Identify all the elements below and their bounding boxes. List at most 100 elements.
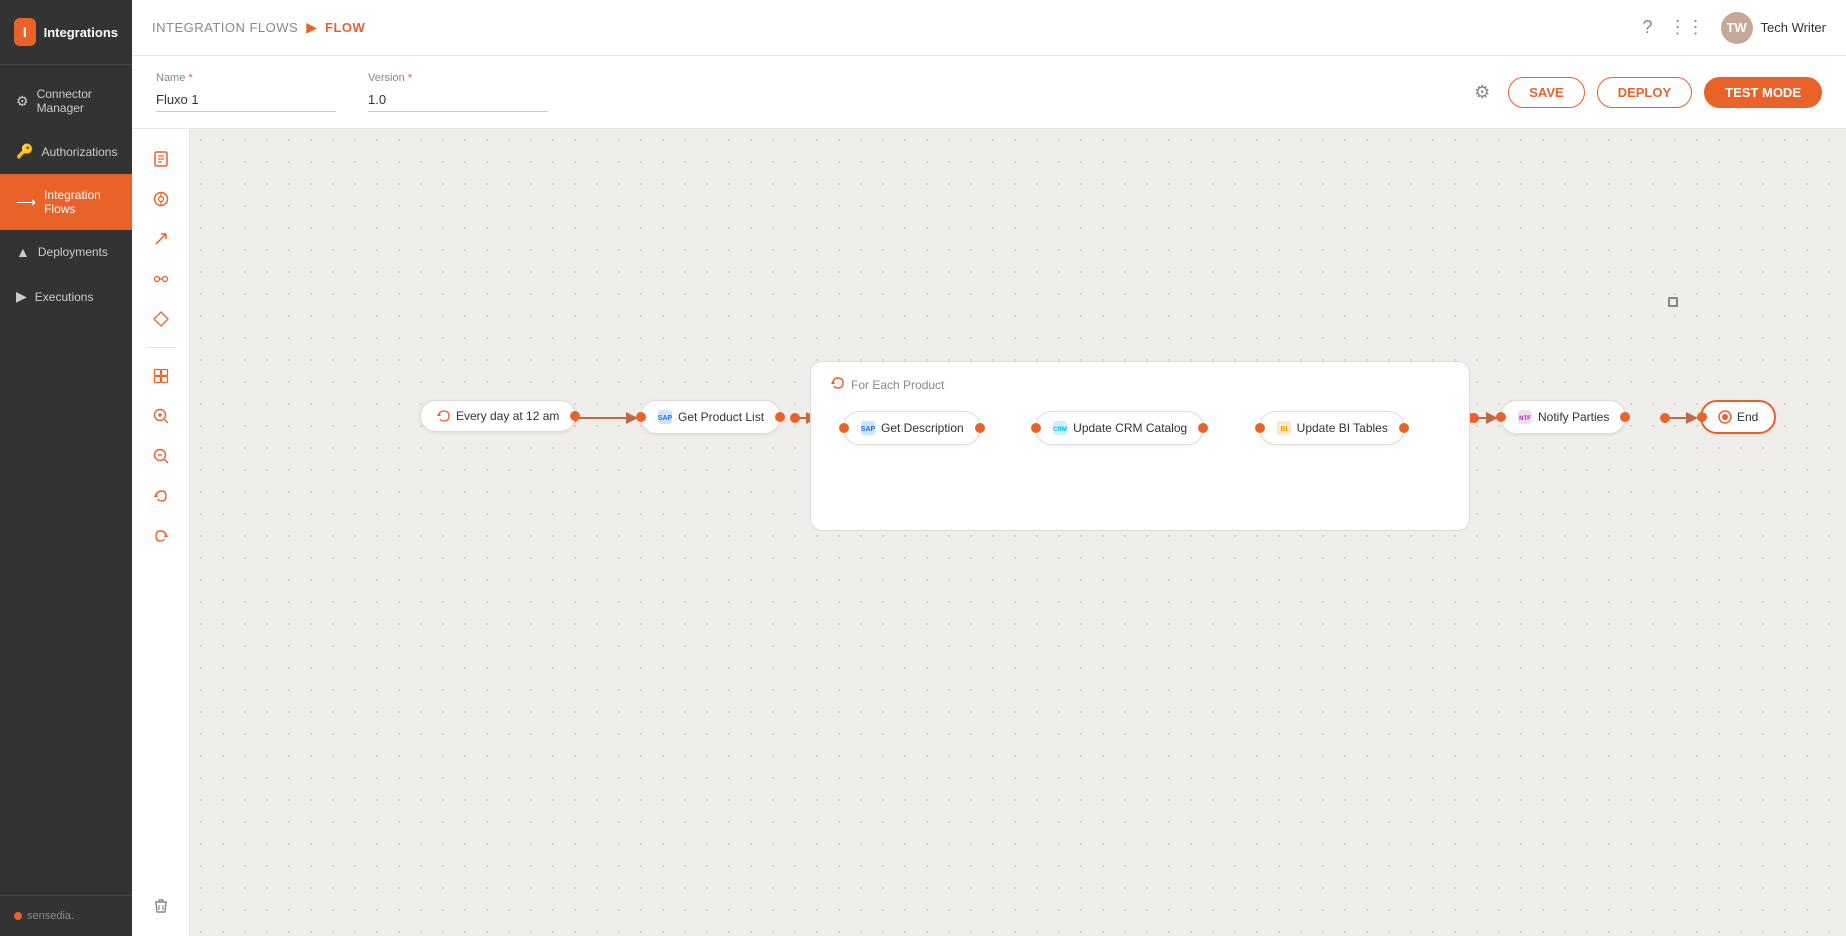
node-dot-right-notify — [1620, 412, 1630, 422]
sidebar-item-authorizations[interactable]: 🔑 Authorizations — [0, 129, 132, 174]
left-toolbar — [132, 129, 190, 936]
update-bi-node[interactable]: BI Update BI Tables — [1259, 411, 1405, 445]
link-tool[interactable] — [143, 221, 179, 257]
sidebar-bottom: sensedia. — [0, 895, 132, 936]
sidebar-nav: ⚙ Connector Manager 🔑 Authorizations ⟶ I… — [0, 65, 132, 895]
arrows-svg — [190, 129, 1846, 936]
flow-canvas[interactable]: For Each Product SAP Get Description — [190, 129, 1846, 936]
sidebar-item-executions[interactable]: ▶ Executions — [0, 274, 132, 319]
version-input[interactable] — [368, 88, 548, 112]
sidebar-item-deployments[interactable]: ▲ Deployments — [0, 230, 132, 274]
node-dot-right-product — [775, 412, 785, 422]
auth-icon: 🔑 — [16, 143, 33, 160]
logo-icon: I — [14, 18, 36, 46]
save-button[interactable]: SAVE — [1508, 77, 1584, 108]
node-dot-left-crm — [1031, 423, 1041, 433]
help-icon[interactable]: ? — [1642, 17, 1652, 38]
get-product-node[interactable]: SAP Get Product List — [640, 400, 781, 434]
node-dot-left-notify — [1496, 412, 1506, 422]
name-field-group: Name * — [156, 72, 336, 112]
app-logo: I Integrations — [0, 0, 132, 65]
foreach-label: For Each Product — [831, 376, 1449, 393]
sensedia-logo: sensedia. — [14, 910, 74, 922]
deploy-icon: ▲ — [16, 244, 30, 260]
svg-text:CRM: CRM — [1053, 427, 1067, 433]
name-label: Name * — [156, 72, 336, 84]
svg-text:SAP: SAP — [658, 415, 673, 422]
sidebar-item-integration-flows[interactable]: ⟶ Integration Flows — [0, 174, 132, 230]
test-mode-button[interactable]: TEST MODE — [1704, 77, 1822, 108]
get-description-label: Get Description — [881, 421, 964, 435]
app-name: Integrations — [44, 25, 118, 40]
foreach-text: For Each Product — [851, 378, 944, 392]
required-star-version: * — [408, 72, 412, 84]
update-bi-label: Update BI Tables — [1297, 421, 1388, 435]
trigger-label: Every day at 12 am — [456, 409, 559, 423]
svg-text:NTF: NTF — [1519, 416, 1531, 422]
sidebar-label-flows: Integration Flows — [44, 188, 116, 216]
toolbar-divider-1 — [146, 347, 176, 348]
svg-text:SAP: SAP — [861, 426, 876, 433]
update-crm-label: Update CRM Catalog — [1073, 421, 1187, 435]
node-dot-left-end — [1697, 412, 1707, 422]
main-content: INTEGRATION FLOWS ▶ Flow ? ⋮⋮ TW Tech Wr… — [132, 0, 1846, 936]
target-tool[interactable] — [143, 358, 179, 394]
user-name: Tech Writer — [1761, 20, 1827, 35]
doc-tool[interactable] — [143, 141, 179, 177]
connector-icon: ⚙ — [16, 93, 29, 110]
flows-icon: ⟶ — [16, 194, 36, 211]
svg-text:BI: BI — [1280, 426, 1287, 433]
required-star-name: * — [188, 72, 192, 84]
zoom-in-tool[interactable] — [143, 398, 179, 434]
sensedia-text: sensedia. — [27, 910, 74, 922]
breadcrumb-parent: INTEGRATION FLOWS — [152, 20, 298, 35]
get-description-node[interactable]: SAP Get Description — [843, 411, 981, 445]
node-dot-left-product — [636, 412, 646, 422]
settings-button[interactable]: ⚙ — [1468, 76, 1496, 109]
update-crm-node[interactable]: CRM Update CRM Catalog — [1035, 411, 1204, 445]
sidebar-item-connector-manager[interactable]: ⚙ Connector Manager — [0, 73, 132, 129]
redo-tool[interactable] — [143, 518, 179, 554]
breadcrumb-separator: ▶ — [306, 19, 317, 36]
canvas-wrapper: For Each Product SAP Get Description — [132, 129, 1846, 936]
topbar-right: ? ⋮⋮ TW Tech Writer — [1642, 12, 1826, 44]
node-dot-right-desc — [975, 423, 985, 433]
version-label: Version * — [368, 72, 548, 84]
condition-tool[interactable] — [143, 301, 179, 337]
node-dot-left-bi — [1255, 423, 1265, 433]
header-actions: ⚙ SAVE DEPLOY TEST MODE — [1468, 76, 1822, 109]
flow-header: Name * Version * ⚙ SAVE DEPLOY TEST MODE — [132, 56, 1846, 129]
node-dot-left-desc — [839, 423, 849, 433]
notify-parties-node[interactable]: NTF Notify Parties — [1500, 400, 1626, 434]
user-menu[interactable]: TW Tech Writer — [1721, 12, 1827, 44]
breadcrumb: INTEGRATION FLOWS ▶ Flow — [152, 19, 1642, 36]
grid-icon[interactable]: ⋮⋮ — [1669, 17, 1705, 38]
get-product-label: Get Product List — [678, 410, 764, 424]
foreach-container: For Each Product SAP Get Description — [810, 361, 1470, 531]
zoom-out-tool[interactable] — [143, 438, 179, 474]
notify-parties-label: Notify Parties — [1538, 410, 1609, 424]
name-input[interactable] — [156, 88, 336, 112]
sidebar-label-auth: Authorizations — [41, 145, 117, 159]
cursor — [1668, 297, 1678, 307]
sidebar: I Integrations ⚙ Connector Manager 🔑 Aut… — [0, 0, 132, 936]
component-tool[interactable] — [143, 181, 179, 217]
sidebar-label-connector: Connector Manager — [37, 87, 116, 115]
deploy-button[interactable]: DEPLOY — [1597, 77, 1692, 108]
avatar: TW — [1721, 12, 1753, 44]
sidebar-label-executions: Executions — [35, 290, 94, 304]
node-dot-right-crm — [1198, 423, 1208, 433]
transform-tool[interactable] — [143, 261, 179, 297]
undo-tool[interactable] — [143, 478, 179, 514]
node-dot-right-trigger — [570, 411, 580, 421]
version-field-group: Version * — [368, 72, 548, 112]
trigger-node[interactable]: Every day at 12 am — [420, 400, 576, 432]
end-node[interactable]: End — [1700, 400, 1776, 434]
node-dot-right-bi — [1399, 423, 1409, 433]
delete-tool[interactable] — [143, 888, 179, 924]
breadcrumb-current: Flow — [325, 20, 365, 35]
end-label: End — [1737, 410, 1758, 424]
sensedia-dot — [14, 912, 22, 920]
sidebar-label-deployments: Deployments — [38, 245, 108, 259]
exec-icon: ▶ — [16, 288, 27, 305]
